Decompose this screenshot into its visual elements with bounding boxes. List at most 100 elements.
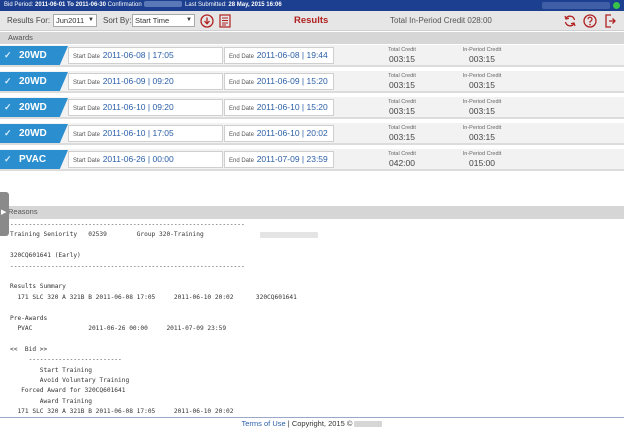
page-title: Results — [294, 15, 329, 26]
name-redacted — [260, 232, 318, 239]
reasons-section-header: Reasons — [0, 206, 624, 219]
start-date-box: Start Date 2011-06-10 | 09:20 — [68, 99, 223, 116]
start-date-box: Start Date 2011-06-09 | 09:20 — [68, 73, 223, 90]
results-toolbar: Results For: Jun2011 ▼ Sort By: Start Ti… — [0, 11, 624, 31]
sort-by-select[interactable]: Start Time ▼ — [132, 14, 195, 27]
award-row[interactable]: ✓ 20WD Start Date 2011-06-08 | 17:05 End Da… — [0, 45, 624, 67]
award-code-tag[interactable]: ✓ PVAC — [0, 150, 68, 169]
total-credit-value: 003:15 — [389, 80, 415, 90]
end-date-value: 2011-06-08 | 19:44 — [256, 50, 328, 60]
logout-icon[interactable] — [604, 14, 616, 28]
end-date-value: 2011-07-09 | 23:59 — [256, 154, 328, 164]
reasons-line: Start Training — [10, 366, 92, 374]
start-date-label: Start Date — [73, 132, 101, 138]
in-period-credit-label: In-Period Credit — [462, 73, 502, 79]
start-date-label: Start Date — [73, 80, 101, 86]
results-for-select[interactable]: Jun2011 ▼ — [53, 14, 97, 27]
in-period-credit-value: 015:00 — [469, 158, 495, 168]
side-panel-handle[interactable]: ▶ — [0, 192, 9, 236]
reasons-line: PVAC 2011-06-26 00:00 2011-07-09 23:59 — [10, 325, 227, 332]
in-period-credit-col: In-Period Credit 015:00 — [452, 151, 512, 169]
terms-of-use-link[interactable]: Terms of Use — [242, 419, 286, 428]
award-code-tag[interactable]: ✓ 20WD — [0, 72, 68, 91]
reasons-line: Training Seniority 02539 Group 320-Train… — [10, 231, 204, 239]
company-redacted — [354, 421, 383, 428]
reasons-line: 171 SLC 320 A 321B B 2011-06-08 17:05 20… — [10, 293, 297, 301]
reasons-line: Results Summary — [10, 283, 66, 291]
start-date-value: 2011-06-08 | 17:05 — [102, 50, 174, 60]
end-date-box: End Date 2011-06-08 | 19:44 — [224, 47, 334, 64]
help-icon[interactable] — [583, 14, 597, 28]
check-icon: ✓ — [4, 50, 12, 60]
award-row[interactable]: ✓ PVAC Start Date 2011-06-26 | 00:00 End Da… — [0, 149, 624, 171]
end-date-label: End Date — [229, 106, 255, 112]
start-date-box: Start Date 2011-06-26 | 00:00 — [68, 151, 223, 168]
user-redacted — [542, 2, 610, 9]
results-for-label: Results For: — [7, 16, 51, 25]
check-icon: ✓ — [4, 76, 12, 86]
award-code-tag[interactable]: ✓ 20WD — [0, 46, 68, 65]
reasons-line: Avoid Voluntary Training — [10, 377, 130, 384]
end-date-label: End Date — [229, 54, 255, 60]
chevron-down-icon: ▼ — [186, 17, 192, 23]
award-code-tag[interactable]: ✓ 20WD — [0, 98, 68, 117]
award-code: 20WD — [19, 76, 47, 87]
start-date-value: 2011-06-10 | 09:20 — [102, 102, 174, 112]
chevron-right-icon: ▶ — [1, 209, 7, 216]
reasons-line: << Bid >> — [10, 345, 48, 353]
start-date-label: Start Date — [73, 106, 101, 112]
in-period-credit-value: 003:15 — [469, 80, 495, 90]
reasons-line: 320CQ601641 (Early) — [10, 252, 81, 260]
page-footer: Terms of Use | Copyright, 2015 © — [0, 417, 624, 430]
total-credit-value: 003:15 — [389, 54, 415, 64]
reasons-line: 171 SLC 320 A 321B B 2011-06-08 17:05 20… — [10, 408, 234, 416]
in-period-credit-value: 003:15 — [469, 106, 495, 116]
start-date-label: Start Date — [73, 158, 101, 164]
award-code-tag[interactable]: ✓ 20WD — [0, 124, 68, 143]
in-period-credit-col: In-Period Credit 003:15 — [452, 47, 512, 65]
check-icon: ✓ — [4, 102, 12, 112]
award-row[interactable]: ✓ 20WD Start Date 2011-06-10 | 17:05 End Da… — [0, 123, 624, 145]
reasons-line: ----------------------------------------… — [10, 262, 245, 270]
total-credit-col: Total Credit 003:15 — [372, 125, 432, 143]
total-credit-label: Total Credit — [388, 73, 416, 79]
end-date-box: End Date 2011-06-10 | 20:02 — [224, 125, 334, 142]
bid-info-bar: Bid Period: 2011-06-01 To 2011-06-30 Con… — [0, 0, 624, 11]
results-page: Bid Period: 2011-06-01 To 2011-06-30 Con… — [0, 0, 624, 430]
total-in-period-credit: Total In-Period Credit 028:00 — [390, 16, 492, 25]
in-period-credit-col: In-Period Credit 003:15 — [452, 73, 512, 91]
copyright-text: | Copyright, 2015 © — [287, 419, 353, 428]
confirmation-label: Confirmation — [107, 2, 142, 8]
in-period-credit-col: In-Period Credit 003:15 — [452, 99, 512, 117]
check-icon: ✓ — [4, 154, 12, 164]
total-credit-value: 042:00 — [389, 158, 415, 168]
start-date-value: 2011-06-26 | 00:00 — [102, 154, 174, 164]
total-credit-col: Total Credit 003:15 — [372, 99, 432, 117]
start-date-value: 2011-06-10 | 17:05 — [102, 128, 174, 138]
sort-by-value: Start Time — [135, 16, 170, 25]
total-credit-label: Total Credit — [388, 151, 416, 157]
total-credit-label: Total Credit — [388, 99, 416, 105]
award-code: 20WD — [19, 50, 47, 61]
end-date-box: End Date 2011-07-09 | 23:59 — [224, 151, 334, 168]
in-period-credit-label: In-Period Credit — [462, 125, 502, 131]
award-row[interactable]: ✓ 20WD Start Date 2011-06-10 | 09:20 End Da… — [0, 97, 624, 119]
start-date-value: 2011-06-09 | 09:20 — [102, 76, 174, 86]
award-row[interactable]: ✓ 20WD Start Date 2011-06-09 | 09:20 End Da… — [0, 71, 624, 93]
end-date-label: End Date — [229, 80, 255, 86]
in-period-credit-label: In-Period Credit — [462, 99, 502, 105]
report-icon[interactable] — [219, 14, 231, 28]
refresh-icon[interactable] — [563, 14, 577, 28]
reasons-line: Forced Award for 320CQ601641 — [10, 387, 126, 395]
award-code: PVAC — [19, 154, 47, 165]
download-icon[interactable] — [200, 14, 214, 28]
total-credit-value: 003:15 — [389, 106, 415, 116]
total-credit-col: Total Credit 003:15 — [372, 47, 432, 65]
end-date-box: End Date 2011-06-10 | 15:20 — [224, 99, 334, 116]
confirmation-redacted — [144, 1, 183, 8]
reasons-line: Pre-Awards — [10, 314, 48, 322]
status-indicator — [613, 2, 620, 9]
reasons-text: ----------------------------------------… — [10, 221, 616, 417]
reasons-line: ----------------------------------------… — [10, 221, 245, 228]
end-date-value: 2011-06-10 | 15:20 — [256, 102, 328, 112]
